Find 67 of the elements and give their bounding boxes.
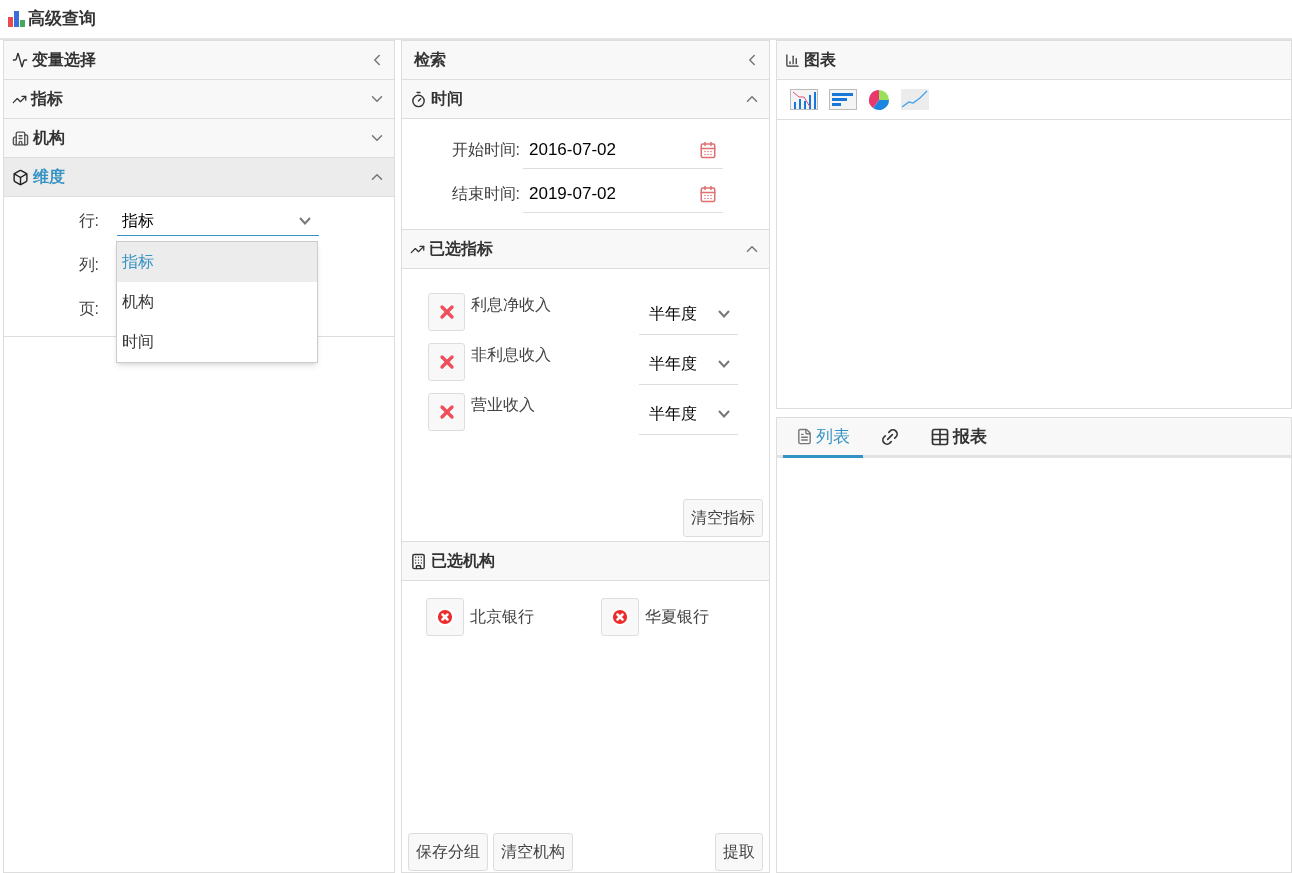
period-select[interactable]: 半年度: [639, 393, 738, 435]
accordion-header[interactable]: 已选指标: [402, 230, 769, 269]
pulse-icon: [12, 52, 28, 68]
accordion-header[interactable]: 指标: [4, 80, 394, 119]
accordion-header[interactable]: 时间: [402, 80, 769, 119]
chevron-down-icon: [718, 309, 730, 318]
section-title: 时间: [431, 89, 463, 109]
remove-button[interactable]: [426, 598, 464, 636]
section-title: 图表: [804, 50, 836, 70]
indicator-name: 非利息收入: [471, 345, 552, 365]
chevron-down-icon: [718, 359, 730, 368]
accordion-header[interactable]: 机构: [4, 119, 394, 158]
clear-indicators-button[interactable]: 清空指标: [683, 499, 763, 537]
org-name: 北京银行: [470, 607, 534, 627]
tab[interactable]: 报表: [917, 418, 1000, 458]
remove-button[interactable]: [428, 393, 465, 431]
action-button[interactable]: 清空机构: [493, 833, 573, 871]
indicator-name: 利息净收入: [471, 295, 552, 315]
remove-button[interactable]: [428, 293, 465, 331]
table-icon: [930, 426, 950, 447]
date-field[interactable]: 2016-07-02: [523, 131, 723, 169]
select-field[interactable]: 指标: [117, 206, 319, 236]
action-button[interactable]: 保存分组: [408, 833, 488, 871]
close-icon: [610, 607, 630, 627]
field-label: 开始时间:: [450, 140, 520, 160]
dropdown-option[interactable]: 机构: [117, 282, 317, 322]
line-chart-icon[interactable]: [901, 89, 929, 110]
horizontal-bar-chart-icon[interactable]: [829, 89, 857, 110]
org-name: 华夏银行: [645, 607, 709, 627]
panel-header[interactable]: 变量选择: [4, 41, 394, 80]
bar-chart-logo-icon: [8, 11, 26, 27]
date-field[interactable]: 2019-07-02: [523, 175, 723, 213]
section-title: 指标: [31, 89, 63, 109]
section-title: 已选指标: [429, 239, 493, 259]
action-button[interactable]: 提取: [715, 833, 763, 871]
bar-chart-icon[interactable]: [790, 89, 818, 110]
chevron-down-icon: [299, 216, 311, 225]
close-icon: [435, 607, 455, 627]
building-icon: [410, 552, 427, 570]
period-select[interactable]: 半年度: [639, 343, 738, 385]
page-title: 高级查询: [28, 8, 96, 31]
period-select[interactable]: 半年度: [639, 293, 738, 335]
chevron-down-icon: [718, 409, 730, 418]
calendar-icon[interactable]: [699, 140, 717, 159]
cube-icon: [12, 168, 29, 186]
panel-header[interactable]: 检索: [402, 41, 769, 80]
panel-header[interactable]: 图表: [777, 41, 1291, 80]
section-title: 机构: [33, 128, 65, 148]
remove-button[interactable]: [601, 598, 639, 636]
remove-button[interactable]: [428, 343, 465, 381]
building-icon: [12, 129, 29, 147]
pie-chart-icon[interactable]: [868, 88, 890, 111]
accordion-header[interactable]: 已选机构: [402, 542, 769, 581]
calendar-icon[interactable]: [699, 184, 717, 203]
section-title: 维度: [33, 167, 65, 187]
document-icon: [796, 428, 813, 445]
field-label: 页:: [77, 299, 99, 319]
section-title: 检索: [414, 50, 446, 70]
stopwatch-icon: [410, 90, 427, 108]
field-label: 结束时间:: [450, 184, 520, 204]
dropdown-option[interactable]: 时间: [117, 322, 317, 362]
chart-icon: [785, 52, 800, 68]
field-label: 行:: [77, 211, 99, 231]
indicator-name: 营业收入: [471, 395, 536, 415]
section-title: 变量选择: [32, 50, 96, 70]
section-title: 已选机构: [431, 551, 495, 571]
field-label: 列:: [77, 255, 99, 275]
